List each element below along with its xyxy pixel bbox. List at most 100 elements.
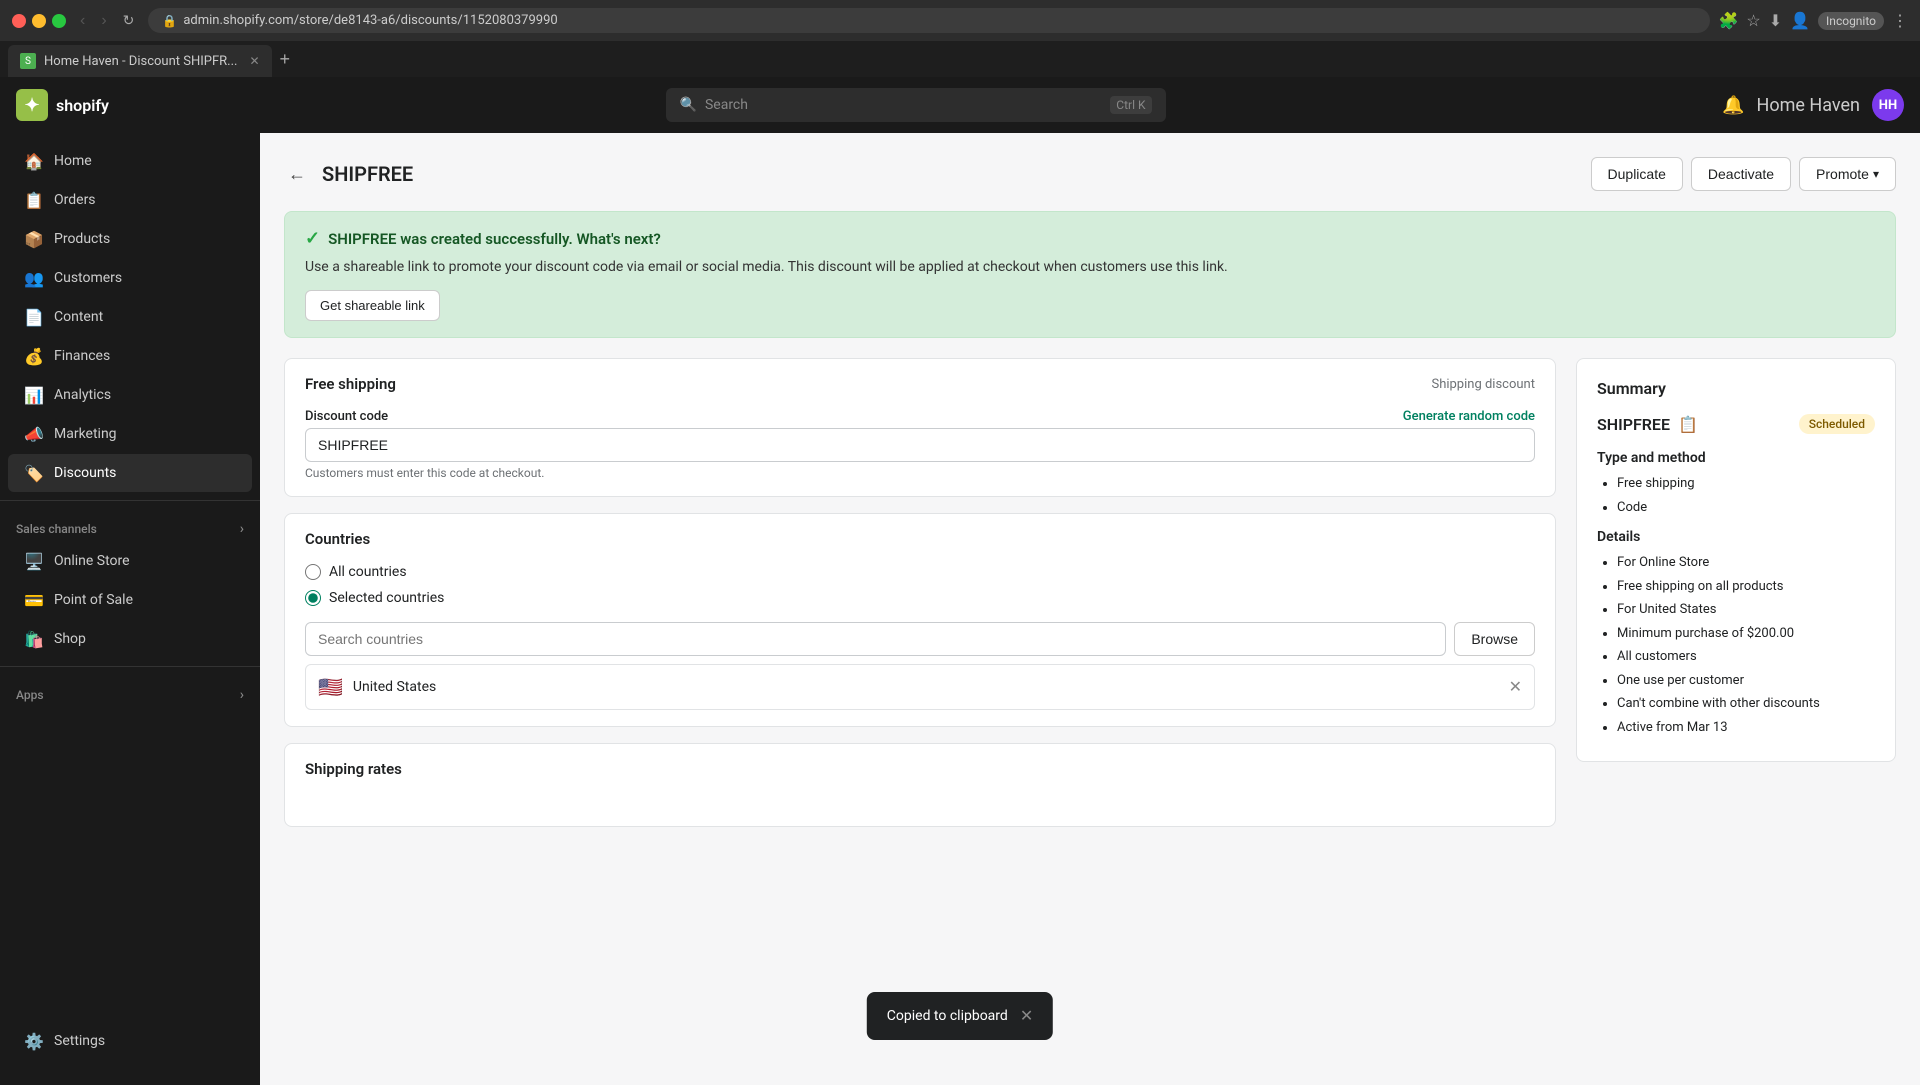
extensions-icon[interactable]: 🧩 — [1718, 11, 1738, 30]
success-banner: ✓ SHIPFREE was created successfully. Wha… — [284, 211, 1896, 338]
lock-icon: 🔒 — [162, 14, 177, 28]
search-input-wrap[interactable]: 🔍 Search Ctrl K — [666, 88, 1166, 122]
address-bar[interactable]: 🔒 admin.shopify.com/store/de8143-a6/disc… — [148, 8, 1710, 33]
tab-title: Home Haven - Discount SHIPFR... — [44, 54, 237, 69]
sidebar-item-orders[interactable]: 📋 Orders — [8, 181, 252, 219]
summary-code: SHIPFREE — [1597, 415, 1670, 434]
summary-panel: Summary SHIPFREE 📋 Scheduled Type and me… — [1576, 358, 1896, 843]
type-method-list: Free shipping Code — [1597, 474, 1875, 517]
toast-close-btn[interactable]: ✕ — [1020, 1006, 1033, 1026]
menu-icon[interactable]: ⋮ — [1892, 11, 1908, 30]
us-flag-icon: 🇺🇸 — [318, 675, 343, 699]
summary-title: Summary — [1597, 379, 1875, 398]
selected-countries-label: Selected countries — [329, 590, 444, 606]
discount-type-label: Free shipping — [305, 375, 396, 393]
orders-icon: 📋 — [24, 190, 44, 210]
detail-item-3: Minimum purchase of $200.00 — [1617, 624, 1875, 644]
forward-nav-btn[interactable]: › — [95, 10, 112, 32]
browser-actions: 🧩 ☆ ⬇ 👤 Incognito ⋮ — [1718, 11, 1908, 30]
countries-radio-group: All countries Selected countries — [305, 564, 1535, 606]
refresh-btn[interactable]: ↻ — [117, 10, 141, 31]
sidebar-item-label-content: Content — [54, 309, 103, 325]
selected-countries-option[interactable]: Selected countries — [305, 590, 1535, 606]
maximize-window-btn[interactable] — [52, 14, 66, 28]
sidebar-item-customers[interactable]: 👥 Customers — [8, 259, 252, 297]
expand-apps-icon[interactable]: › — [240, 687, 244, 703]
detail-item-4: All customers — [1617, 647, 1875, 667]
sidebar-item-analytics[interactable]: 📊 Analytics — [8, 376, 252, 414]
scheduled-badge: Scheduled — [1799, 414, 1875, 434]
page-header: ← SHIPFREE Duplicate Deactivate Promote … — [284, 157, 1896, 191]
toast-message: Copied to clipboard — [887, 1008, 1008, 1024]
sidebar-item-label-customers: Customers — [54, 270, 122, 286]
browse-countries-btn[interactable]: Browse — [1454, 622, 1535, 656]
country-item-us: 🇺🇸 United States ✕ — [305, 664, 1535, 710]
tab-favicon: S — [20, 53, 36, 69]
copy-icon[interactable]: 📋 — [1678, 415, 1698, 434]
sidebar-item-shop[interactable]: 🛍️ Shop — [8, 620, 252, 658]
shipping-rates-body — [285, 786, 1555, 826]
store-name[interactable]: Home Haven — [1756, 95, 1860, 116]
page-header-left: ← SHIPFREE — [284, 160, 413, 189]
generate-random-code-link[interactable]: Generate random code — [1403, 409, 1535, 424]
get-shareable-link-btn[interactable]: Get shareable link — [305, 290, 440, 321]
download-icon[interactable]: ⬇ — [1769, 11, 1782, 30]
sidebar-item-label-shop: Shop — [54, 631, 86, 647]
all-countries-option[interactable]: All countries — [305, 564, 1535, 580]
detail-item-5: One use per customer — [1617, 671, 1875, 691]
sidebar-item-finances[interactable]: 💰 Finances — [8, 337, 252, 375]
selected-countries-radio[interactable] — [305, 590, 321, 606]
sidebar-item-marketing[interactable]: 📣 Marketing — [8, 415, 252, 453]
back-button[interactable]: ← — [284, 160, 310, 189]
search-placeholder: Search — [705, 97, 748, 113]
notifications-icon[interactable]: 🔔 — [1722, 95, 1744, 116]
sidebar-item-settings[interactable]: ⚙️ Settings — [8, 1022, 252, 1060]
sidebar-item-online-store[interactable]: 🖥️ Online Store — [8, 542, 252, 580]
two-col-layout: Free shipping Shipping discount Discount… — [284, 358, 1896, 843]
browser-chrome: ‹ › ↻ 🔒 admin.shopify.com/store/de8143-a… — [0, 0, 1920, 41]
detail-item-7: Active from Mar 13 — [1617, 718, 1875, 738]
all-countries-radio[interactable] — [305, 564, 321, 580]
discount-code-input[interactable] — [305, 428, 1535, 462]
new-tab-btn[interactable]: + — [272, 49, 299, 70]
sidebar-item-products[interactable]: 📦 Products — [8, 220, 252, 258]
sidebar-item-content[interactable]: 📄 Content — [8, 298, 252, 336]
details-list: For Online Store Free shipping on all pr… — [1597, 553, 1875, 737]
active-tab[interactable]: S Home Haven - Discount SHIPFR... ✕ — [8, 45, 272, 77]
deactivate-button[interactable]: Deactivate — [1691, 157, 1791, 191]
avatar[interactable]: HH — [1872, 89, 1904, 121]
finances-icon: 💰 — [24, 346, 44, 366]
shipping-rates-header: Shipping rates — [285, 744, 1555, 786]
promote-button[interactable]: Promote ▾ — [1799, 157, 1896, 191]
content-area: ← SHIPFREE Duplicate Deactivate Promote … — [260, 133, 1920, 1085]
type-method-title: Type and method — [1597, 450, 1875, 466]
search-countries-input[interactable] — [305, 622, 1446, 656]
detail-item-6: Can't combine with other discounts — [1617, 694, 1875, 714]
detail-item-0: For Online Store — [1617, 553, 1875, 573]
discount-code-label: Discount code — [305, 409, 388, 424]
header-actions: 🔔 Home Haven HH — [1722, 89, 1904, 121]
back-nav-btn[interactable]: ‹ — [74, 10, 91, 32]
tab-bar: S Home Haven - Discount SHIPFR... ✕ + — [0, 41, 1920, 77]
analytics-icon: 📊 — [24, 385, 44, 405]
sidebar-item-label-online-store: Online Store — [54, 553, 130, 569]
remove-country-btn[interactable]: ✕ — [1509, 677, 1522, 697]
duplicate-button[interactable]: Duplicate — [1591, 157, 1683, 191]
sidebar: 🏠 Home 📋 Orders 📦 Products 👥 Customers 📄… — [0, 133, 260, 1085]
expand-sales-channels-icon[interactable]: › — [240, 521, 244, 537]
detail-item-2: For United States — [1617, 600, 1875, 620]
bookmark-icon[interactable]: ☆ — [1746, 11, 1760, 30]
shopify-logo[interactable]: ✦ shopify — [16, 89, 109, 121]
sidebar-item-label-analytics: Analytics — [54, 387, 111, 403]
search-icon: 🔍 — [680, 97, 697, 113]
profile-icon[interactable]: 👤 — [1790, 11, 1810, 30]
incognito-badge[interactable]: Incognito — [1818, 12, 1884, 30]
sidebar-item-point-of-sale[interactable]: 💳 Point of Sale — [8, 581, 252, 619]
tab-close-icon[interactable]: ✕ — [249, 54, 259, 68]
close-window-btn[interactable] — [12, 14, 26, 28]
discount-type-card: Free shipping Shipping discount Discount… — [284, 358, 1556, 497]
sidebar-item-discounts[interactable]: 🏷️ Discounts — [8, 454, 252, 492]
minimize-window-btn[interactable] — [32, 14, 46, 28]
sidebar-item-home[interactable]: 🏠 Home — [8, 142, 252, 180]
search-bar[interactable]: 🔍 Search Ctrl K — [666, 88, 1166, 122]
